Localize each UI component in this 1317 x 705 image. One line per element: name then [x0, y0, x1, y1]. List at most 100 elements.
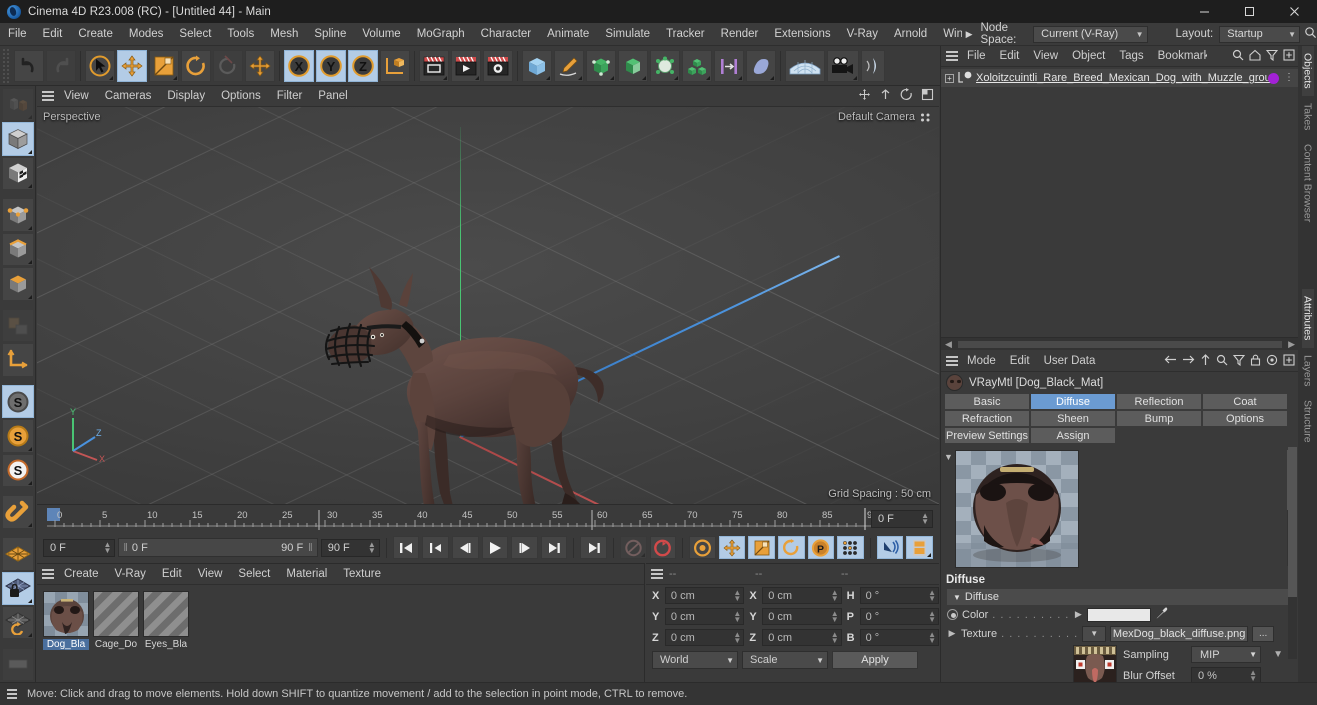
- coord-field-rot-h[interactable]: 0 ° ▲ ▼: [859, 587, 939, 604]
- keyframe-selection-button[interactable]: [689, 536, 716, 559]
- menu-modes[interactable]: Modes: [121, 23, 172, 45]
- material-menu-texture[interactable]: Texture: [335, 568, 389, 580]
- polygons-mode-icon[interactable]: [1, 267, 34, 301]
- timeline-settings-button[interactable]: [906, 536, 933, 559]
- sampling-dropdown[interactable]: MIP ▼: [1191, 646, 1261, 663]
- tab-objects[interactable]: Objects: [1301, 46, 1314, 96]
- quantize-icon[interactable]: S: [1, 453, 34, 488]
- move-tool-alt-button[interactable]: [245, 49, 275, 82]
- coordinate-system-dropdown[interactable]: World ▼: [652, 651, 738, 669]
- menu-volume[interactable]: Volume: [354, 23, 408, 45]
- rotate-view-icon[interactable]: [900, 88, 913, 104]
- object-menu-tags[interactable]: Tags: [1112, 50, 1150, 62]
- menu-file[interactable]: File: [0, 23, 35, 45]
- coord-field-pos-z[interactable]: 0 cm ▲ ▼: [664, 629, 745, 646]
- menu-select[interactable]: Select: [171, 23, 219, 45]
- go-to-end-button[interactable]: [580, 536, 608, 559]
- tab-bump[interactable]: Bump: [1116, 410, 1202, 427]
- viewport-menu-options[interactable]: Options: [213, 90, 269, 102]
- viewport-3d-canvas[interactable]: Y X Z Perspective Default Camera Grid Sp…: [37, 107, 939, 504]
- menu-vray[interactable]: V-Ray: [839, 23, 886, 45]
- status-menu-burger-icon[interactable]: [0, 689, 17, 699]
- workplane-reset-icon[interactable]: [1, 647, 34, 681]
- tab-preview-settings[interactable]: Preview Settings: [944, 427, 1030, 444]
- rotate-tool-button[interactable]: [181, 49, 211, 82]
- object-tree-row[interactable]: + Xoloitzcuintli_Rare_Breed_Mexican_Dog_…: [941, 69, 1299, 87]
- viewport-menu-filter[interactable]: Filter: [269, 90, 311, 102]
- coordinate-mode-dropdown[interactable]: Scale ▼: [742, 651, 828, 669]
- scene-helper-button[interactable]: [714, 49, 744, 82]
- scale-key-button[interactable]: [748, 536, 775, 559]
- workplane-mode-icon[interactable]: [1, 308, 34, 343]
- attributes-menu-user-data[interactable]: User Data: [1037, 355, 1103, 367]
- coord-field-rot-b[interactable]: 0 ° ▲ ▼: [859, 629, 939, 646]
- menu-tracker[interactable]: Tracker: [658, 23, 713, 45]
- node-space-dropdown[interactable]: Current (V-Ray) ▼: [1033, 25, 1148, 43]
- point-level-animation-button[interactable]: [837, 536, 864, 559]
- viewport-menu-panel[interactable]: Panel: [310, 90, 355, 102]
- coord-field-size-x[interactable]: 0 cm ▲ ▼: [762, 587, 842, 604]
- close-button[interactable]: [1272, 0, 1317, 23]
- tab-coat[interactable]: Coat: [1202, 393, 1288, 410]
- attributes-menu-burger-icon[interactable]: [941, 356, 958, 366]
- plus-box-icon[interactable]: [1283, 48, 1295, 64]
- texture-browse-button[interactable]: ...: [1252, 625, 1275, 642]
- material-item-cage-dog[interactable]: Cage_Do: [93, 591, 139, 650]
- material-tag-icon[interactable]: [1268, 72, 1279, 84]
- menu-animate[interactable]: Animate: [539, 23, 597, 45]
- viewport-menu-display[interactable]: Display: [159, 90, 213, 102]
- axis-y-button[interactable]: Y: [316, 49, 346, 82]
- material-menu-edit[interactable]: Edit: [154, 568, 190, 580]
- scroll-thumb[interactable]: [1288, 447, 1297, 597]
- material-menu-create[interactable]: Create: [56, 568, 107, 580]
- go-to-start-button[interactable]: [392, 536, 420, 559]
- material-preview-sphere[interactable]: [955, 450, 1079, 568]
- deformer-button[interactable]: [650, 49, 680, 82]
- position-key-button[interactable]: [718, 536, 746, 559]
- generator-nurbs-button[interactable]: [586, 49, 616, 82]
- sound-button[interactable]: [876, 536, 904, 559]
- render-settings-button[interactable]: [483, 49, 513, 82]
- menu-character[interactable]: Character: [473, 23, 540, 45]
- pan-view-icon[interactable]: [858, 88, 871, 104]
- spline-pen-button[interactable]: [554, 49, 584, 82]
- material-item-eyes-black[interactable]: Eyes_Bla: [143, 591, 189, 650]
- filter-icon[interactable]: [1265, 49, 1279, 64]
- redo-button[interactable]: [46, 49, 76, 82]
- snap-settings-icon[interactable]: S: [1, 419, 34, 453]
- forward-arrow-icon[interactable]: [1182, 354, 1195, 368]
- menu-overflow-arrow-icon[interactable]: ▶: [962, 29, 977, 40]
- scroll-right-icon[interactable]: ▶: [1284, 339, 1299, 350]
- search-icon[interactable]: [1216, 354, 1228, 369]
- render-view-button[interactable]: [419, 49, 449, 82]
- go-to-previous-key-button[interactable]: [422, 536, 450, 559]
- tab-takes[interactable]: Takes: [1302, 96, 1314, 137]
- material-swatch[interactable]: [93, 591, 139, 637]
- tab-layers[interactable]: Layers: [1302, 348, 1314, 394]
- step-forward-button[interactable]: [511, 536, 538, 559]
- menu-mesh[interactable]: Mesh: [262, 23, 306, 45]
- material-menu-view[interactable]: View: [190, 568, 231, 580]
- menu-window[interactable]: Wind: [935, 23, 961, 45]
- chevron-down-icon[interactable]: ▼: [944, 452, 953, 462]
- max-frame-field[interactable]: 90 F ▲ ▼: [320, 538, 380, 557]
- home-icon[interactable]: [1249, 49, 1261, 64]
- rotate-disabled-button[interactable]: [213, 49, 243, 82]
- object-manager-hscrollbar[interactable]: ◀ ▶: [941, 337, 1299, 350]
- workplane-lock-icon[interactable]: [1, 571, 34, 605]
- texture-thumbnail[interactable]: [1073, 645, 1117, 685]
- search-icon[interactable]: [1232, 49, 1244, 64]
- viewport-menu-view[interactable]: View: [56, 90, 97, 102]
- material-menu-material[interactable]: Material: [278, 568, 335, 580]
- xoloitzcuintli-dog-model[interactable]: [309, 255, 639, 504]
- menu-tools[interactable]: Tools: [219, 23, 262, 45]
- menu-simulate[interactable]: Simulate: [597, 23, 658, 45]
- object-name-label[interactable]: Xoloitzcuintli_Rare_Breed_Mexican_Dog_wi…: [976, 72, 1277, 84]
- object-menu-burger-icon[interactable]: [941, 51, 958, 61]
- timeline-ruler[interactable]: 051015202530354045505560657075808590: [47, 508, 875, 530]
- attributes-menu-edit[interactable]: Edit: [1003, 355, 1037, 367]
- material-swatch[interactable]: [43, 591, 89, 637]
- points-mode-icon[interactable]: [1, 198, 34, 232]
- coord-field-size-y[interactable]: 0 cm ▲ ▼: [762, 608, 842, 625]
- go-to-next-key-button[interactable]: [540, 536, 568, 559]
